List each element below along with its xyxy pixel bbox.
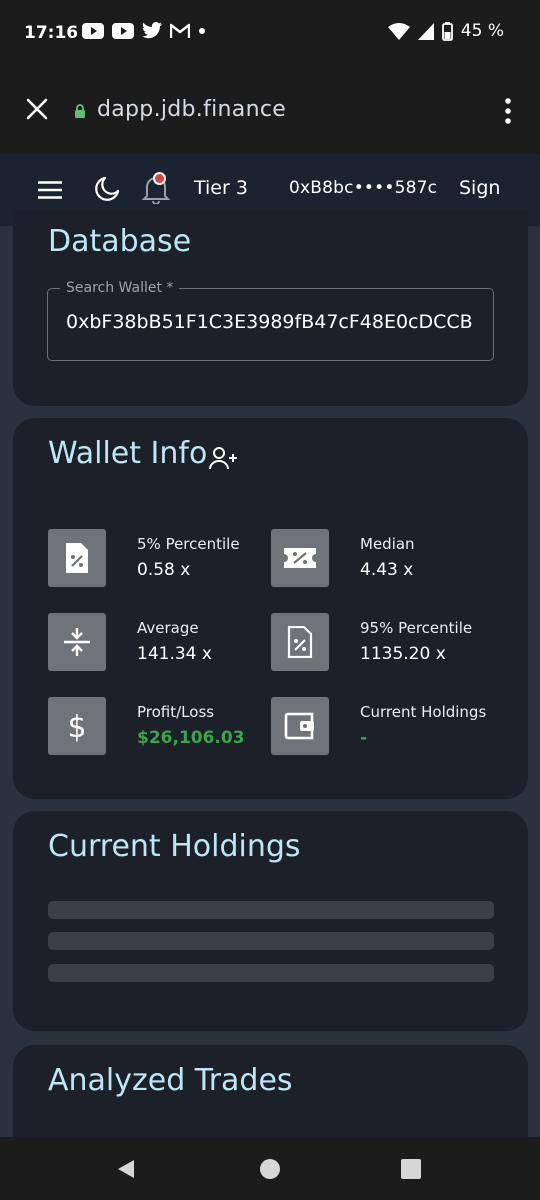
add-user-icon[interactable] <box>208 445 238 471</box>
gmail-icon <box>170 23 190 38</box>
wallet-info-card: Wallet Info 5% Percentile 0.58 x Median … <box>13 418 528 799</box>
notification-icons <box>82 22 206 39</box>
notification-bell[interactable] <box>141 172 171 205</box>
navigation-bar <box>0 1137 540 1200</box>
current-holdings-title: Current Holdings <box>48 829 301 864</box>
youtube-icon <box>82 22 104 39</box>
loading-skeleton <box>48 964 494 982</box>
stat-value: 4.43 x <box>360 560 414 580</box>
menu-icon[interactable] <box>38 181 62 199</box>
analyzed-trades-title: Analyzed Trades <box>48 1063 293 1098</box>
status-bar: 17:16 45 % <box>0 0 540 68</box>
home-button[interactable] <box>260 1159 280 1179</box>
stat-label: 95% Percentile <box>360 619 473 637</box>
search-wallet-input[interactable] <box>66 311 476 333</box>
wallet-info-title: Wallet Info <box>48 436 208 471</box>
signal-icon <box>417 22 434 40</box>
url-text[interactable]: dapp.jdb.finance <box>97 97 286 122</box>
close-icon[interactable] <box>24 96 50 122</box>
twitter-icon <box>142 22 162 39</box>
battery-icon <box>441 21 453 41</box>
stat-value: - <box>360 728 368 748</box>
search-wallet-label: Search Wallet * <box>60 280 180 296</box>
compress-arrows-icon <box>48 613 106 671</box>
battery-percent: 45 % <box>460 21 504 41</box>
dot-icon <box>199 27 205 34</box>
stat-value: 141.34 x <box>137 644 212 664</box>
search-wallet-field[interactable]: Search Wallet * <box>47 280 494 361</box>
svg-text:$: $ <box>67 710 86 743</box>
loading-skeleton <box>48 901 494 919</box>
more-vert-icon[interactable] <box>504 98 512 124</box>
sign-button[interactable]: Sign <box>459 177 500 199</box>
database-card: Database Search Wallet * <box>13 210 528 406</box>
percent-file-icon <box>271 613 329 671</box>
stat-label: 5% Percentile <box>137 535 240 553</box>
tier-label: Tier 3 <box>194 177 248 199</box>
stat-value: 0.58 x <box>137 560 191 580</box>
youtube-icon <box>112 22 134 39</box>
loading-skeleton <box>48 932 494 950</box>
stat-value: 1135.20 x <box>360 644 446 664</box>
lock-icon <box>75 104 85 118</box>
stat-label: Median <box>360 535 415 553</box>
notification-dot <box>153 172 166 185</box>
stat-value: $26,106.03 <box>137 728 245 748</box>
percent-ticket-icon <box>271 529 329 587</box>
database-title: Database <box>48 224 192 259</box>
stat-label: Average <box>137 619 199 637</box>
percent-file-icon <box>48 529 106 587</box>
stat-label: Current Holdings <box>360 703 487 721</box>
recents-button[interactable] <box>401 1159 421 1179</box>
wallet-icon <box>271 697 329 755</box>
dollar-icon: $ <box>48 697 106 755</box>
current-holdings-card: Current Holdings <box>13 811 528 1031</box>
wifi-icon <box>387 22 410 40</box>
back-icon[interactable] <box>116 1159 136 1179</box>
stat-label: Profit/Loss <box>137 703 215 721</box>
moon-icon[interactable] <box>94 176 120 202</box>
system-icons: 45 % <box>387 21 504 41</box>
wallet-address[interactable]: 0xB8bc••••587c <box>289 178 437 198</box>
browser-bar: dapp.jdb.finance <box>0 68 540 154</box>
status-time: 17:16 <box>24 23 79 43</box>
